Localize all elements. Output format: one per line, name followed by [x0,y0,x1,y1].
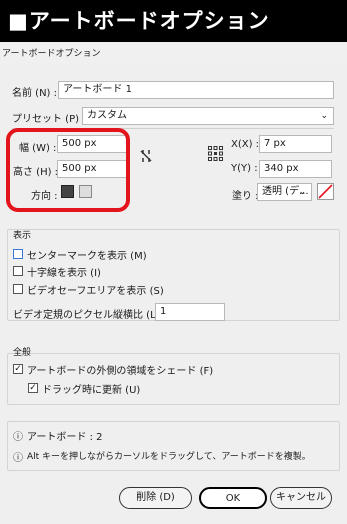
preset-select[interactable]: カスタム ⌄ [82,107,334,125]
y-input[interactable]: 340 px [259,160,332,178]
fill-select[interactable]: 透明 (デ... ⌄ [257,183,312,201]
ok-button[interactable]: OK [199,487,267,509]
info-icon: ⓘ [13,453,23,464]
preset-label: プリセット (P) : [12,114,86,125]
fill-swatch-none-icon[interactable] [317,183,334,200]
general-group [7,353,340,405]
cancel-button[interactable]: キャンセル [270,487,332,509]
artboard-count: アートボード : 2 [27,432,103,443]
banner-title: ■アートボードオプション [0,0,347,42]
delete-button[interactable]: 削除 (D) [119,487,192,509]
shade-outside-checkbox[interactable]: ✓ [13,364,23,374]
name-label: 名前 (N) : [12,88,58,99]
chevron-down-icon: ⌄ [320,111,328,121]
shade-outside-label: アートボードの外側の領域をシェード (F) [27,366,214,377]
general-heading: 全般 [13,348,32,358]
update-drag-checkbox[interactable]: ✓ [28,383,38,393]
reference-point-icon[interactable] [208,146,223,161]
display-heading: 表示 [13,231,32,241]
x-input[interactable]: 7 px [259,135,332,153]
chevron-down-icon: ⌄ [298,187,306,197]
pixel-ratio-label: ビデオ定規のピクセル縦横比 (L) : [13,310,167,321]
fill-label: 塗り : [232,191,259,202]
x-label: X(X) : [231,139,260,150]
y-label: Y(Y) : [231,163,258,174]
preset-value: カスタム [87,110,127,121]
artboard-options-dialog: 名前 (N) : アートボード 1 プリセット (P) : カスタム ⌄ 幅 (… [0,66,347,524]
center-mark-label: センターマークを表示 (M) [27,251,147,262]
crosshair-checkbox[interactable] [13,266,23,276]
pixel-ratio-input[interactable]: 1 [155,303,225,321]
name-input[interactable]: アートボード 1 [58,81,334,99]
info-icon: ⓘ [13,432,23,443]
window-title: アートボードオプション [0,42,347,66]
duplicate-hint: Alt キーを押しながらカーソルをドラッグして、アートボードを複製。 [27,452,311,462]
update-drag-label: ドラッグ時に更新 (U) [42,385,141,396]
video-safe-checkbox[interactable] [13,284,23,294]
highlight-box [6,128,130,212]
crosshair-label: 十字線を表示 (I) [27,268,101,279]
center-mark-checkbox[interactable] [13,249,23,259]
link-broken-icon[interactable] [139,148,153,164]
video-safe-label: ビデオセーフエリアを表示 (S) [27,286,164,297]
